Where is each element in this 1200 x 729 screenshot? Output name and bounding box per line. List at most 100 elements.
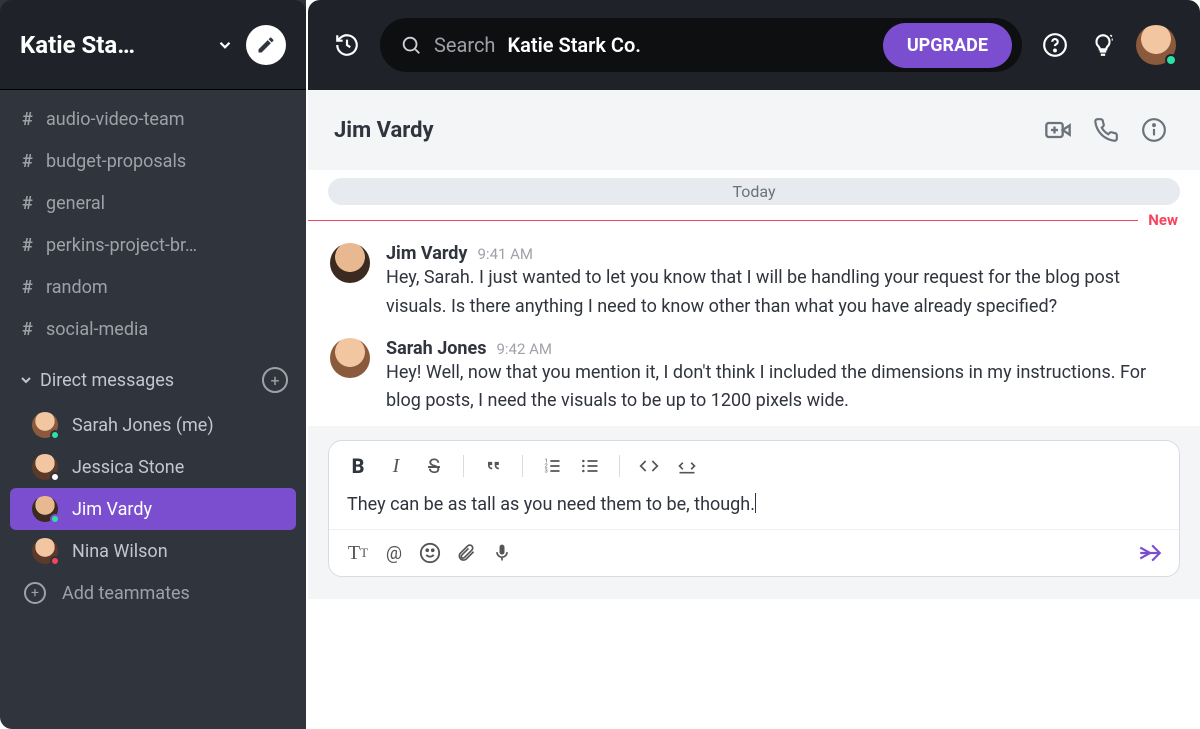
channel-list: #audio-video-team #budget-proposals #gen…	[0, 92, 306, 356]
channel-item[interactable]: #audio-video-team	[0, 98, 306, 140]
mention-button[interactable]: @	[379, 538, 409, 568]
text-cursor	[755, 493, 756, 513]
channel-label: audio-video-team	[46, 109, 185, 130]
add-dm-button[interactable]: +	[262, 367, 288, 393]
hash-icon: #	[22, 319, 46, 340]
lightbulb-icon[interactable]	[1088, 30, 1118, 60]
presence-dot	[50, 556, 60, 566]
info-icon[interactable]	[1134, 110, 1174, 150]
separator	[463, 455, 464, 477]
avatar	[32, 412, 58, 438]
search-box[interactable]: Search Katie Stark Co. UPGRADE	[380, 18, 1022, 72]
chevron-down-icon[interactable]	[216, 36, 234, 54]
emoji-button[interactable]	[415, 538, 445, 568]
presence-dot	[50, 430, 60, 440]
day-label: Today	[328, 178, 1180, 205]
avatar	[330, 243, 370, 283]
plus-icon: +	[24, 582, 46, 604]
workspace-header: Katie Sta…	[0, 0, 306, 90]
strike-button[interactable]: S	[419, 451, 449, 481]
channel-item[interactable]: #social-media	[0, 308, 306, 350]
separator	[522, 455, 523, 477]
message-author: Jim Vardy	[386, 243, 468, 264]
edit-button[interactable]	[246, 25, 286, 65]
new-divider: New	[308, 211, 1200, 229]
message: Sarah Jones 9:42 AM Hey! Well, now that y…	[330, 332, 1178, 427]
presence-dot	[1165, 54, 1177, 66]
hash-icon: #	[22, 151, 46, 172]
action-toolbar: TT @	[329, 530, 1179, 576]
phone-icon[interactable]	[1086, 110, 1126, 150]
dm-label: Nina Wilson	[72, 541, 168, 562]
hash-icon: #	[22, 277, 46, 298]
upgrade-button[interactable]: UPGRADE	[883, 23, 1012, 68]
add-teammates-label: Add teammates	[62, 583, 190, 604]
attachment-button[interactable]	[451, 538, 481, 568]
message-list: Jim Vardy9:41 AM Hey, Sarah. I just want…	[308, 233, 1200, 426]
new-label: New	[1138, 211, 1200, 229]
dm-list: Sarah Jones (me) Jessica Stone Jim Vardy…	[0, 404, 306, 572]
quote-button[interactable]	[478, 451, 508, 481]
message-body: Hey! Well, now that you mention it, I do…	[386, 359, 1176, 417]
avatar	[32, 454, 58, 480]
hash-icon: #	[22, 235, 46, 256]
search-value: Katie Stark Co.	[507, 33, 641, 57]
add-teammates-button[interactable]: + Add teammates	[0, 572, 306, 614]
composer-area: B I S 123 They can be as tall as you nee…	[308, 426, 1200, 599]
codeblock-button[interactable]	[672, 451, 702, 481]
chevron-down-icon	[18, 372, 40, 388]
avatar	[32, 538, 58, 564]
help-icon[interactable]	[1040, 30, 1070, 60]
presence-dot	[50, 472, 60, 482]
channel-item[interactable]: #perkins-project-br…	[0, 224, 306, 266]
format-toolbar: B I S 123	[329, 441, 1179, 487]
dm-section-header[interactable]: Direct messages +	[0, 356, 306, 404]
bold-button[interactable]: B	[343, 451, 373, 481]
channel-label: social-media	[46, 319, 148, 340]
hash-icon: #	[22, 193, 46, 214]
unordered-list-button[interactable]	[575, 451, 605, 481]
italic-button[interactable]: I	[381, 451, 411, 481]
svg-text:3: 3	[545, 469, 548, 475]
search-label: Search	[434, 33, 495, 57]
workspace-name[interactable]: Katie Sta…	[20, 31, 204, 59]
channel-label: perkins-project-br…	[46, 235, 197, 256]
main: Search Katie Stark Co. UPGRADE Jim Vardy…	[306, 0, 1200, 729]
channel-item[interactable]: #random	[0, 266, 306, 308]
mic-button[interactable]	[487, 538, 517, 568]
user-avatar[interactable]	[1136, 25, 1176, 65]
dm-item-sarah[interactable]: Sarah Jones (me)	[10, 404, 296, 446]
divider-line	[308, 220, 1138, 221]
message-body: Hey, Sarah. I just wanted to let you kno…	[386, 264, 1176, 322]
dm-label: Jessica Stone	[72, 457, 184, 478]
channel-label: general	[46, 193, 105, 214]
send-button[interactable]	[1135, 538, 1165, 568]
search-icon	[400, 34, 422, 56]
hash-icon: #	[22, 109, 46, 130]
message-author: Sarah Jones	[386, 338, 486, 359]
channel-item[interactable]: #budget-proposals	[0, 140, 306, 182]
presence-dot	[50, 514, 60, 524]
ordered-list-button[interactable]: 123	[537, 451, 567, 481]
message: Jim Vardy9:41 AM Hey, Sarah. I just want…	[330, 237, 1178, 332]
channel-label: random	[46, 277, 108, 298]
message-time: 9:42 AM	[496, 340, 552, 358]
dm-item-nina[interactable]: Nina Wilson	[10, 530, 296, 572]
history-icon[interactable]	[332, 30, 362, 60]
chat-header: Jim Vardy	[308, 90, 1200, 170]
message-input[interactable]: They can be as tall as you need them to …	[329, 487, 1179, 530]
sidebar: Katie Sta… #audio-video-team #budget-pro…	[0, 0, 306, 729]
text-format-toggle[interactable]: TT	[343, 538, 373, 568]
avatar	[330, 338, 370, 378]
composer: B I S 123 They can be as tall as you nee…	[328, 440, 1180, 577]
dm-item-jim[interactable]: Jim Vardy	[10, 488, 296, 530]
separator	[619, 455, 620, 477]
chat-pane: Jim Vardy Today New Jim Vardy9:41 AM Hey…	[308, 90, 1200, 729]
code-button[interactable]	[634, 451, 664, 481]
channel-item[interactable]: #general	[0, 182, 306, 224]
dm-item-jessica[interactable]: Jessica Stone	[10, 446, 296, 488]
video-call-icon[interactable]	[1038, 110, 1078, 150]
topbar: Search Katie Stark Co. UPGRADE	[308, 0, 1200, 90]
draft-text: They can be as tall as you need them to …	[347, 494, 755, 515]
channel-label: budget-proposals	[46, 151, 186, 172]
